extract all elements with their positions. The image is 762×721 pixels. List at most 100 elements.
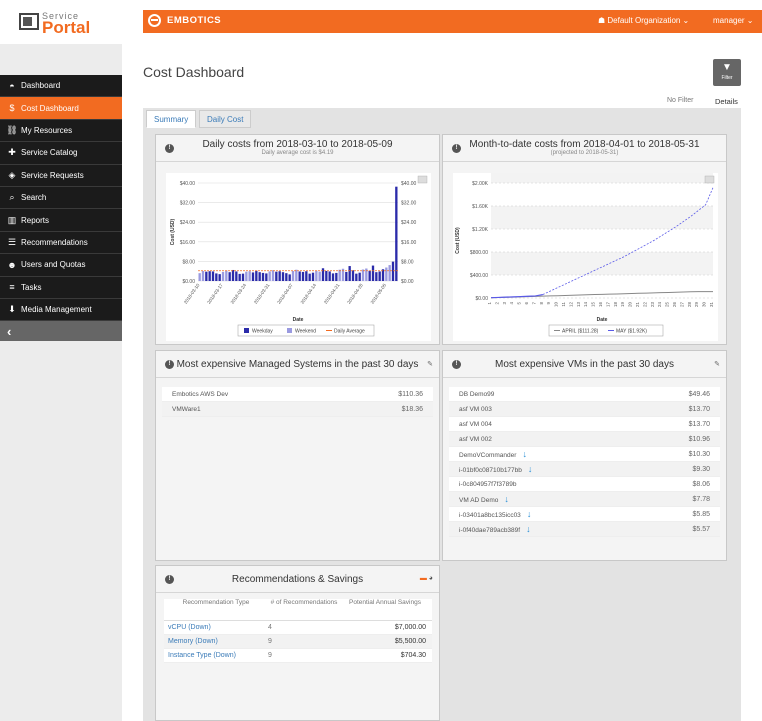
list-item[interactable]: asf VM 003 $13.70 [449, 402, 720, 417]
tab-daily-cost[interactable]: Daily Cost [199, 110, 252, 128]
embotics-brand[interactable]: EMBOTICS [148, 14, 221, 27]
item-value: $13.70 [688, 420, 710, 428]
recommendation-type-link[interactable]: Instance Type (Down) [164, 652, 264, 659]
info-icon[interactable]: ! [165, 575, 174, 584]
organization-dropdown[interactable]: ☗ Default Organization ⌄ [598, 16, 689, 25]
report-icon[interactable]: ▬ ◕ [420, 575, 433, 582]
item-name: i-03401a8bc135icc03 ↓ [459, 509, 531, 519]
list-item[interactable]: asf VM 004 $13.70 [449, 417, 720, 432]
grid-band [491, 173, 713, 183]
legend-label: MAY ($1.92K) [616, 329, 647, 335]
user-dropdown[interactable]: manager ⌄ [713, 16, 754, 25]
sidebar-item-label: Search [21, 193, 47, 203]
table-row: vCPU (Down) 4 $7,000.00 [164, 621, 432, 635]
sidebar-item-label: Cost Dashboard [21, 103, 79, 113]
recommendations-table: Recommendation Type # of Recommendations… [164, 599, 432, 663]
list-icon: ≡ [9, 282, 15, 293]
sidebar-item-cost-dashboard[interactable]: $ Cost Dashboard [0, 97, 122, 120]
pencil-icon[interactable]: ✎ [427, 360, 433, 368]
sidebar-item-reports[interactable]: ▥ Reports [0, 209, 122, 232]
x-tick-label: 30 [702, 302, 707, 308]
recommendation-type-link[interactable]: vCPU (Down) [164, 624, 264, 631]
item-name-text: i-01bf0c08710b177bb [459, 467, 522, 474]
search-icon: ⌕ [9, 192, 15, 203]
sidebar-item-label: My Resources [21, 125, 73, 135]
sidebar-item-recommendations[interactable]: ☰ Recommendations [0, 231, 122, 255]
y2-tick-label: $40.00 [401, 181, 417, 187]
pie-icon[interactable]: ◕ [429, 575, 433, 582]
sidebar-item-service-catalog[interactable]: ✚ Service Catalog [0, 142, 122, 165]
info-icon[interactable]: ! [452, 144, 461, 153]
daily-cost-chart[interactable]: $0.00 $0.00 $8.00 $8.00 $16.00 $16.00 $24.00 $2… [166, 173, 431, 341]
info-icon[interactable]: ! [165, 144, 174, 153]
bar [378, 271, 381, 281]
sidebar-item-search[interactable]: ⌕ Search [0, 186, 122, 210]
bar [221, 271, 225, 281]
x-tick-label: 2018-03-10 [183, 282, 201, 304]
item-value: $18.36 [401, 405, 423, 413]
panel-title: Most expensive VMs in the past 30 days [495, 359, 674, 370]
x-tick-label: 14 [583, 302, 588, 308]
x-tick-label: 27 [679, 302, 684, 308]
bar [211, 271, 215, 281]
sidebar-item-service-requests[interactable]: ◈ Service Requests [0, 164, 122, 187]
list-item[interactable]: DB Demo99 $49.46 [449, 387, 720, 402]
list-item[interactable]: i-01bf0c08710b177bb ↓ $9.30 [449, 462, 720, 477]
x-tick-label: 2018-04-28 [346, 282, 364, 304]
bar [338, 269, 341, 281]
item-name: DemoVCommander ↓ [459, 449, 527, 459]
x-tick-label: 2018-04-14 [300, 282, 318, 304]
bar [238, 273, 241, 281]
list-item[interactable]: DemoVCommander ↓ $10.30 [449, 447, 720, 462]
collapse-sidebar-button[interactable]: ‹ [0, 321, 122, 342]
y-tick-label: $1.60K [472, 204, 489, 210]
sidebar-item-users-and-quotas[interactable]: ☻ Users and Quotas [0, 254, 122, 277]
list-item[interactable]: i-0f40dae789acb389f ↓ $5.57 [449, 522, 720, 537]
sidebar-item-dashboard[interactable]: ◓ Dashboard [0, 75, 122, 98]
sidebar-item-my-resources[interactable]: ⛓ My Resources [0, 119, 122, 143]
bar [315, 270, 318, 281]
bar [375, 272, 378, 281]
y-tick-label: $40.00 [180, 181, 196, 187]
org-icon: ☗ [598, 16, 608, 25]
bar [288, 274, 291, 281]
item-name-text: i-03401a8bc135icc03 [459, 512, 521, 519]
list-item[interactable]: asf VM 002 $10.96 [449, 432, 720, 447]
bar [251, 272, 255, 281]
tab-summary[interactable]: Summary [146, 110, 197, 128]
brand-name: EMBOTICS [167, 15, 222, 26]
item-value: $13.70 [688, 405, 710, 413]
sliders-icon: ☰ [7, 236, 17, 247]
bar [281, 272, 285, 281]
details-link[interactable]: Details [715, 97, 738, 106]
y2-tick-label: $16.00 [401, 240, 417, 246]
mtd-cost-chart[interactable]: $0.00 $400.00 $800.00 $1.20K $1.60K $2.00K 1 2 3… [453, 173, 718, 341]
list-item[interactable]: i-03401a8bc135icc03 ↓ $5.85 [449, 507, 720, 522]
bar [218, 274, 221, 281]
item-value: $9.30 [692, 465, 710, 473]
x-tick-label: 5 [517, 302, 522, 305]
list-item[interactable]: i-0c804957f7f3789b $8.06 [449, 477, 720, 492]
download-icon: ⬇ [8, 304, 16, 315]
filter-button[interactable]: ▼ Filter [713, 59, 741, 86]
x-tick-label: 29 [694, 302, 699, 308]
x-tick-label: 2018-05-05 [370, 282, 388, 304]
users-icon: ☻ [7, 259, 17, 270]
mtd-costs-panel: ! Month-to-date costs from 2018-04-01 to… [442, 134, 727, 345]
item-name-text: i-0c804957f7f3789b [459, 480, 517, 488]
sidebar-item-tasks[interactable]: ≡ Tasks [0, 276, 122, 299]
table-row: Instance Type (Down) 9 $704.30 [164, 649, 432, 663]
sidebar-item-media-management[interactable]: ⬇ Media Management [0, 298, 122, 322]
list-item[interactable]: Embotics AWS Dev $110.36 [162, 387, 433, 402]
recommendation-type-link[interactable]: Memory (Down) [164, 638, 264, 645]
panel-subtitle: Daily average cost is $4.19 [261, 150, 334, 156]
info-icon[interactable]: ! [165, 360, 174, 369]
list-item[interactable]: VM AD Demo ↓ $7.78 [449, 492, 720, 507]
item-value: $5.57 [692, 525, 710, 533]
list-item[interactable]: VMWare1 $18.36 [162, 402, 433, 417]
pencil-icon[interactable]: ✎ [714, 360, 720, 368]
info-icon[interactable]: ! [452, 360, 461, 369]
service-portal-logo[interactable]: Service Portal [0, 0, 122, 44]
managed-systems-panel: ! Most expensive Managed Systems in the … [155, 350, 440, 561]
page-title: Cost Dashboard [143, 64, 245, 80]
